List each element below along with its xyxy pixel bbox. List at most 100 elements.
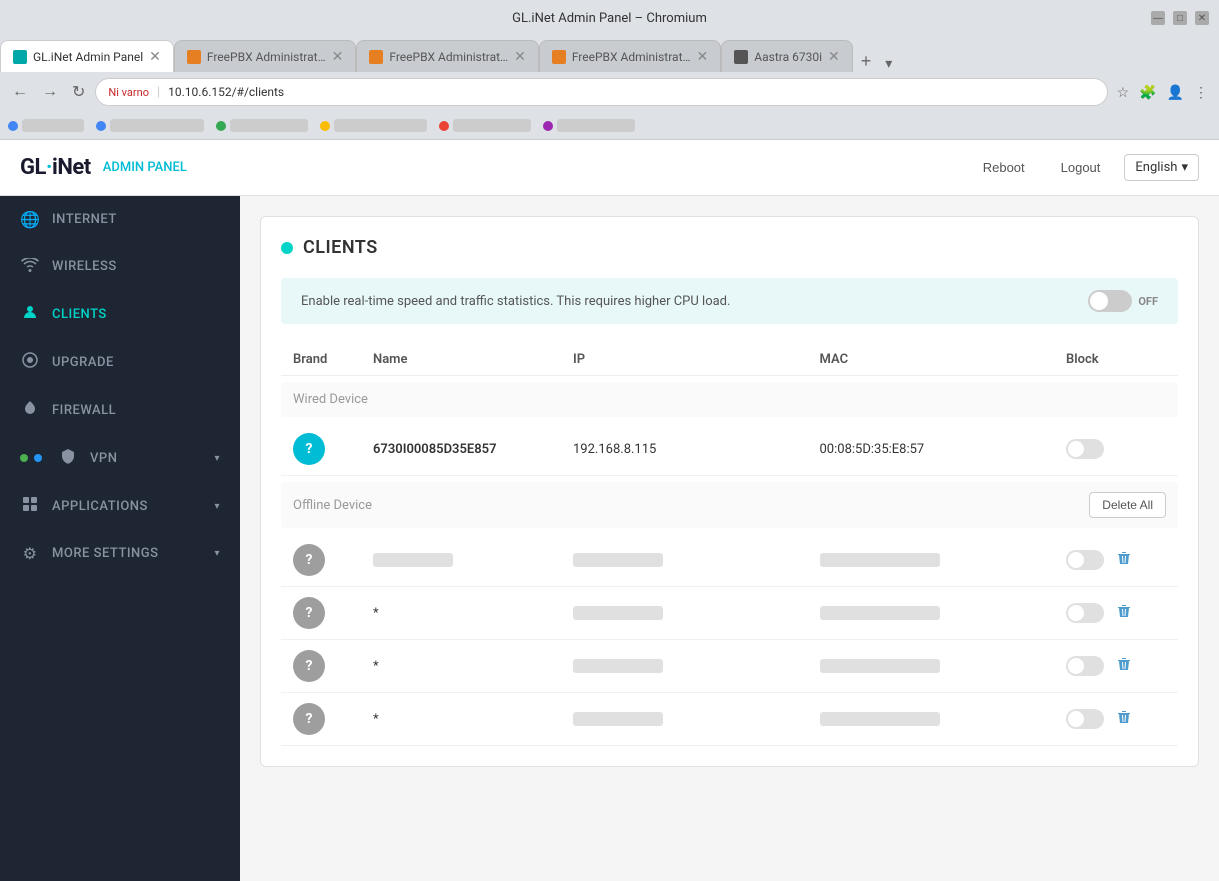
- tab-list-button[interactable]: ▾: [879, 55, 898, 72]
- bookmark-3[interactable]: ██████████: [216, 119, 308, 132]
- tab-label-freepbx2: FreePBX Administrat…: [389, 50, 508, 64]
- tab-freepbx-1[interactable]: FreePBX Administrat… ✕: [174, 40, 356, 72]
- tab-favicon-freepbx2: [369, 50, 383, 64]
- back-button[interactable]: ←: [8, 79, 32, 105]
- reload-button[interactable]: ↻: [68, 78, 89, 106]
- tab-close-glinet[interactable]: ✕: [149, 49, 161, 65]
- wireless-icon: [20, 257, 40, 276]
- bookmarks-bar: ████████ ████████████ ██████████ ███████…: [0, 112, 1219, 140]
- vpn-arrow-icon: ▾: [214, 453, 220, 464]
- clients-status-dot: [281, 242, 293, 254]
- device-name: 6730I00085D35E857: [373, 442, 573, 457]
- offline-device-ip-1: [573, 553, 663, 567]
- sidebar-label-internet: INTERNET: [52, 212, 117, 227]
- offline-device-icon-3: ?: [293, 650, 325, 682]
- bookmark-button[interactable]: ☆: [1114, 81, 1133, 104]
- language-selector[interactable]: English ▾: [1124, 154, 1199, 181]
- offline-device-name-3: *: [373, 659, 573, 674]
- tab-favicon-freepbx1: [187, 50, 201, 64]
- sidebar-item-firewall[interactable]: FIREWALL: [0, 386, 240, 434]
- bookmark-5[interactable]: ██████████: [439, 119, 531, 132]
- tab-aastra[interactable]: Aastra 6730i ✕: [721, 40, 852, 72]
- tab-close-aastra[interactable]: ✕: [828, 49, 840, 65]
- close-button[interactable]: ✕: [1195, 11, 1209, 25]
- offline-device-ip-4: [573, 712, 663, 726]
- bookmark-2[interactable]: ████████████: [96, 119, 204, 132]
- delete-all-button[interactable]: Delete All: [1089, 492, 1166, 518]
- offline-device-actions-2: [1066, 601, 1166, 626]
- menu-button[interactable]: ⋮: [1191, 81, 1211, 104]
- sidebar-item-vpn[interactable]: VPN ▾: [0, 434, 240, 482]
- more-settings-arrow-icon: ▾: [214, 548, 220, 559]
- tab-freepbx-3[interactable]: FreePBX Administrat… ✕: [539, 40, 721, 72]
- language-arrow: ▾: [1181, 160, 1188, 175]
- vpn-status: [20, 454, 42, 462]
- offline-block-toggle-1[interactable]: [1066, 550, 1104, 570]
- sidebar-item-applications[interactable]: APPLICATIONS ▾: [0, 482, 240, 530]
- bookmark-1[interactable]: ████████: [8, 119, 84, 132]
- delete-device-button-2[interactable]: [1112, 601, 1136, 626]
- maximize-button[interactable]: □: [1173, 11, 1187, 25]
- tab-favicon-freepbx3: [552, 50, 566, 64]
- offline-toggle-knob-3: [1068, 658, 1084, 674]
- offline-device-name-2: *: [373, 606, 573, 621]
- tab-favicon-aastra: [734, 50, 748, 64]
- page-title: CLIENTS: [303, 237, 378, 258]
- col-block: Block: [1066, 352, 1166, 367]
- tab-freepbx-2[interactable]: FreePBX Administrat… ✕: [356, 40, 538, 72]
- card-header: CLIENTS: [281, 237, 1178, 258]
- toggle-control[interactable]: [1088, 290, 1132, 312]
- tab-close-freepbx1[interactable]: ✕: [332, 49, 344, 65]
- address-row: ← → ↻ Ni varno | 10.10.6.152/#/clients ☆…: [0, 72, 1219, 112]
- bookmark-icon-5: [439, 121, 449, 131]
- tab-label-glinet: GL.iNet Admin Panel: [33, 50, 143, 64]
- sidebar: 🌐 INTERNET WIRELESS CLIENTS: [0, 196, 240, 881]
- block-toggle-knob: [1068, 441, 1084, 457]
- tab-close-freepbx2[interactable]: ✕: [514, 49, 526, 65]
- delete-device-button-4[interactable]: [1112, 707, 1136, 732]
- address-actions: ☆ 🧩 👤 ⋮: [1114, 81, 1211, 104]
- admin-panel-label: ADMIN PANEL: [103, 160, 187, 175]
- profile-button[interactable]: 👤: [1164, 81, 1187, 104]
- reboot-button[interactable]: Reboot: [971, 154, 1037, 181]
- forward-button[interactable]: →: [38, 79, 62, 105]
- bookmark-icon-3: [216, 121, 226, 131]
- sidebar-item-clients[interactable]: CLIENTS: [0, 290, 240, 338]
- extensions-button[interactable]: 🧩: [1136, 81, 1159, 104]
- offline-toggle-knob-1: [1068, 552, 1084, 568]
- sidebar-item-wireless[interactable]: WIRELESS: [0, 243, 240, 290]
- offline-toggle-knob-2: [1068, 605, 1084, 621]
- device-brand-icon: ?: [293, 433, 325, 465]
- tab-glinet[interactable]: GL.iNet Admin Panel ✕: [0, 40, 174, 72]
- sidebar-label-clients: CLIENTS: [52, 307, 107, 322]
- offline-block-toggle-2[interactable]: [1066, 603, 1104, 623]
- sidebar-label-vpn: VPN: [90, 451, 117, 466]
- logo-text: GL·iNet: [20, 155, 91, 180]
- logo-dot: ·: [46, 155, 52, 180]
- address-bar[interactable]: Ni varno | 10.10.6.152/#/clients: [95, 78, 1107, 106]
- bookmark-label-4: ████████████: [334, 119, 428, 132]
- bookmark-6[interactable]: ██████████: [543, 119, 635, 132]
- new-tab-button[interactable]: +: [853, 51, 880, 72]
- offline-section-row: Offline Device Delete All: [281, 482, 1178, 528]
- bookmark-icon-1: [8, 121, 18, 131]
- offline-block-toggle-3[interactable]: [1066, 656, 1104, 676]
- delete-device-button-3[interactable]: [1112, 654, 1136, 679]
- sidebar-item-internet[interactable]: 🌐 INTERNET: [0, 196, 240, 243]
- bookmark-4[interactable]: ████████████: [320, 119, 428, 132]
- block-toggle[interactable]: [1066, 439, 1104, 459]
- logout-button[interactable]: Logout: [1049, 154, 1113, 181]
- table-row: ? *: [281, 693, 1178, 746]
- offline-block-toggle-4[interactable]: [1066, 709, 1104, 729]
- sidebar-item-more-settings[interactable]: ⚙ MORE SETTINGS ▾: [0, 530, 240, 577]
- device-mac: 00:08:5D:35:E8:57: [820, 442, 1067, 457]
- realtime-toggle[interactable]: OFF: [1088, 290, 1158, 312]
- bookmark-label-5: ██████████: [453, 119, 531, 132]
- sidebar-item-upgrade[interactable]: UPGRADE: [0, 338, 240, 386]
- offline-device-name-4: *: [373, 712, 573, 727]
- minimize-button[interactable]: —: [1151, 11, 1165, 25]
- tab-close-freepbx3[interactable]: ✕: [697, 49, 709, 65]
- delete-device-button-1[interactable]: [1112, 548, 1136, 573]
- toggle-knob: [1090, 292, 1108, 310]
- applications-arrow-icon: ▾: [214, 501, 220, 512]
